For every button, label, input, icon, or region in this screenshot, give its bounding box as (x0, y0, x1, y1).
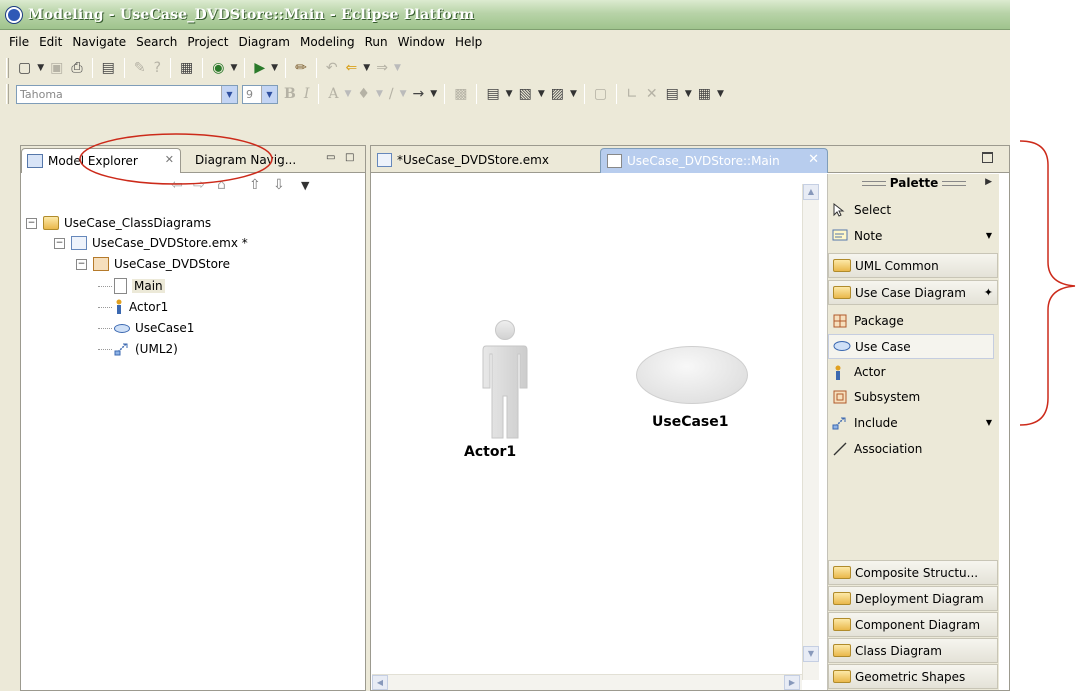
annotation-brace (1019, 140, 1076, 426)
annotation-ellipse (79, 133, 273, 185)
annotation-overlay (79, 133, 1076, 426)
